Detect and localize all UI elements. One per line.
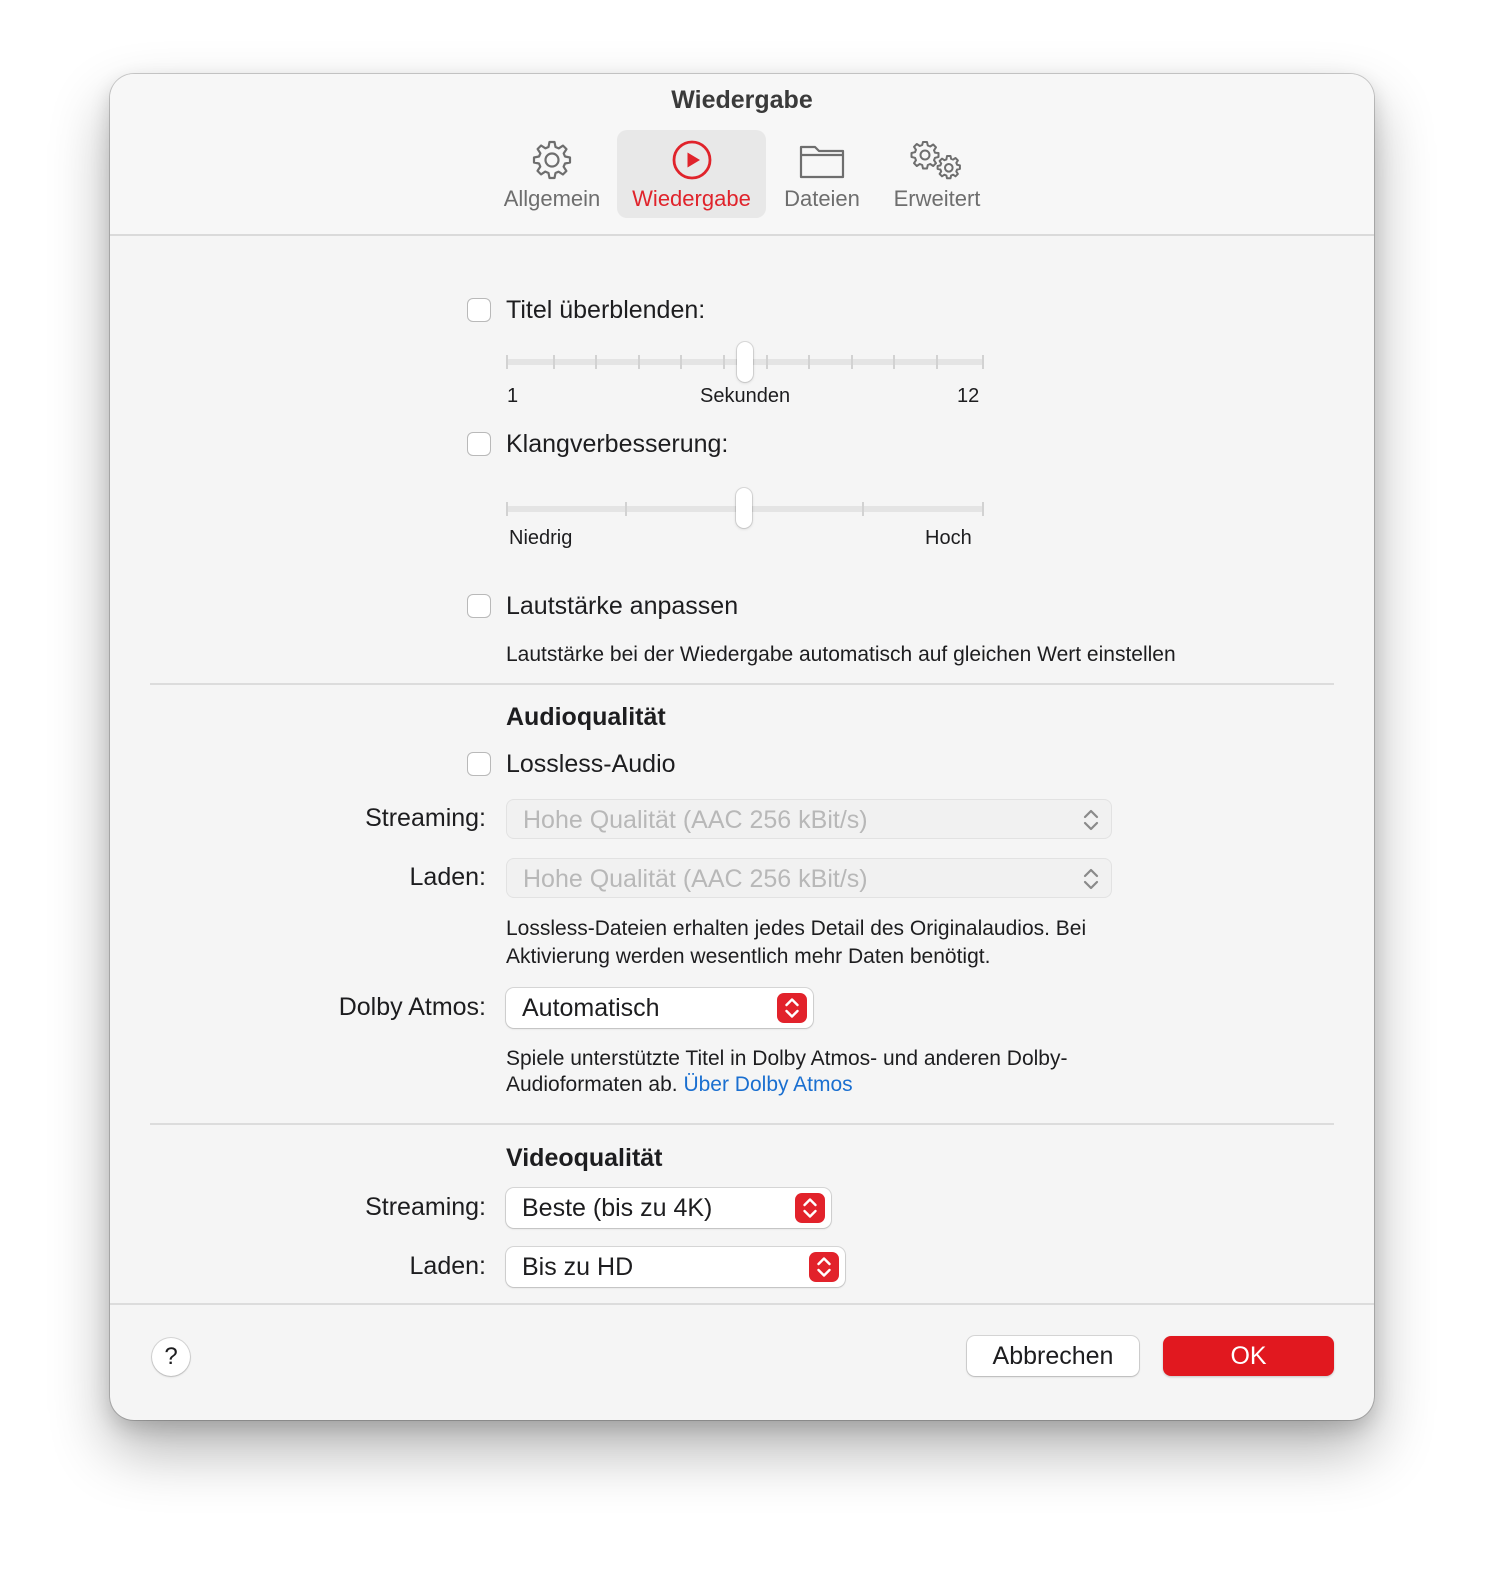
video-streaming-label: Streaming: — [365, 1193, 486, 1221]
folder-icon — [774, 138, 870, 182]
dolby-atmos-select[interactable]: Automatisch — [506, 988, 813, 1028]
video-quality-heading: Videoqualität — [506, 1144, 663, 1172]
section-divider — [150, 1123, 1334, 1125]
slider-tick — [808, 355, 810, 369]
chevron-updown-icon — [795, 1193, 825, 1223]
dolby-note-text: Audioformaten ab. — [506, 1073, 678, 1096]
crossfade-slider-knob[interactable] — [737, 342, 753, 382]
preferences-tabs: Allgemein Wiedergabe Dateien Erweitert — [110, 130, 1374, 220]
dolby-atmos-value: Automatisch — [522, 994, 660, 1022]
sound-check-label: Lautstärke anpassen — [506, 592, 739, 620]
video-streaming-select[interactable]: Beste (bis zu 4K) — [506, 1188, 831, 1228]
audio-download-select[interactable]: Hohe Qualität (AAC 256 kBit/s) — [506, 858, 1112, 898]
about-dolby-atmos-link[interactable]: Über Dolby Atmos — [683, 1073, 852, 1096]
video-download-label: Laden: — [409, 1252, 486, 1280]
slider-tick — [723, 355, 725, 369]
tab-label: Erweitert — [893, 186, 981, 211]
slider-tick — [862, 502, 864, 516]
lossless-note-line-1: Lossless-Dateien erhalten jedes Detail d… — [506, 917, 1087, 940]
dolby-note-line-2: Audioformaten ab. Über Dolby Atmos — [506, 1071, 853, 1098]
lossless-note-line-2: Aktivierung werden wesentlich mehr Daten… — [506, 945, 991, 968]
audio-streaming-value: Hohe Qualität (AAC 256 kBit/s) — [523, 806, 868, 834]
tab-allgemein[interactable]: Allgemein — [494, 130, 610, 218]
preferences-window: Wiedergabe Allgemein Wiedergabe Dateien … — [110, 74, 1374, 1420]
crossfade-checkbox[interactable] — [467, 298, 491, 322]
slider-tick — [982, 502, 984, 516]
tab-dateien[interactable]: Dateien — [774, 130, 870, 218]
video-download-value: Bis zu HD — [522, 1253, 634, 1281]
sound-enhancer-label: Klangverbesserung: — [506, 430, 729, 458]
sound-check-checkbox[interactable] — [467, 594, 491, 618]
video-streaming-value: Beste (bis zu 4K) — [522, 1194, 713, 1222]
help-button[interactable]: ? — [152, 1338, 190, 1376]
lossless-audio-label: Lossless-Audio — [506, 750, 676, 778]
sound-enhancer-low-label: Niedrig — [509, 527, 573, 549]
cancel-button[interactable]: Abbrechen — [967, 1336, 1139, 1376]
window-toolbar: Wiedergabe Allgemein Wiedergabe Dateien … — [110, 74, 1374, 236]
slider-tick — [638, 355, 640, 369]
lossless-audio-checkbox[interactable] — [467, 752, 491, 776]
crossfade-label: Titel überblenden: — [506, 296, 706, 324]
dolby-atmos-label: Dolby Atmos: — [338, 993, 486, 1021]
slider-tick — [982, 355, 984, 369]
sound-check-description: Lautstärke bei der Wiedergabe automatisc… — [506, 643, 1176, 666]
play-circle-icon — [617, 138, 766, 182]
sound-enhancer-slider-knob[interactable] — [736, 488, 752, 528]
crossfade-unit-label: Sekunden — [700, 385, 791, 407]
tab-label: Dateien — [784, 186, 860, 211]
dolby-note-line-1: Spiele unterstützte Titel in Dolby Atmos… — [506, 1047, 1068, 1070]
slider-tick — [625, 502, 627, 516]
chevron-updown-icon — [1081, 864, 1101, 894]
audio-download-label: Laden: — [409, 863, 486, 891]
slider-tick — [766, 355, 768, 369]
slider-tick — [893, 355, 895, 369]
slider-tick — [553, 355, 555, 369]
tab-wiedergabe[interactable]: Wiedergabe — [617, 130, 766, 218]
slider-tick — [680, 355, 682, 369]
ok-button[interactable]: OK — [1163, 1336, 1334, 1376]
chevron-updown-icon — [1081, 805, 1101, 835]
chevron-updown-icon — [809, 1252, 839, 1282]
tab-erweitert[interactable]: Erweitert — [882, 130, 992, 218]
crossfade-max-label: 12 — [957, 385, 980, 407]
sound-enhancer-high-label: Hoch — [925, 527, 972, 549]
video-download-select[interactable]: Bis zu HD — [506, 1247, 845, 1287]
audio-download-value: Hohe Qualität (AAC 256 kBit/s) — [523, 865, 868, 893]
slider-tick — [851, 355, 853, 369]
sound-enhancer-checkbox[interactable] — [467, 432, 491, 456]
crossfade-min-label: 1 — [507, 385, 519, 407]
slider-tick — [506, 355, 508, 369]
slider-tick — [595, 355, 597, 369]
section-divider — [150, 683, 1334, 685]
audio-quality-heading: Audioqualität — [506, 703, 666, 731]
slider-tick — [506, 502, 508, 516]
slider-tick — [936, 355, 938, 369]
footer-divider — [110, 1303, 1374, 1305]
tab-label: Allgemein — [503, 186, 601, 211]
chevron-updown-icon — [777, 993, 807, 1023]
gears-icon — [882, 138, 992, 182]
audio-streaming-select[interactable]: Hohe Qualität (AAC 256 kBit/s) — [506, 799, 1112, 839]
gear-icon — [494, 138, 610, 182]
tab-label: Wiedergabe — [632, 186, 751, 211]
audio-streaming-label: Streaming: — [365, 804, 486, 832]
window-title: Wiedergabe — [671, 86, 813, 114]
